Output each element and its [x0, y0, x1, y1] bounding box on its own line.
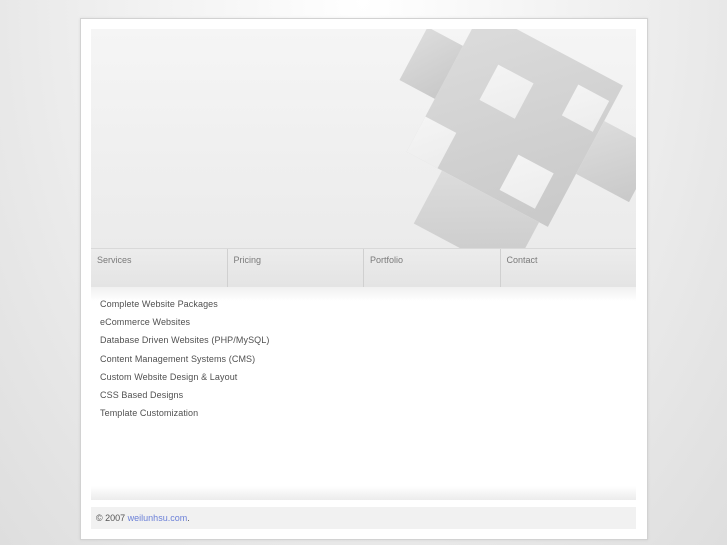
service-item: CSS Based Designs: [100, 389, 184, 400]
service-item: Template Customization: [100, 408, 199, 419]
header-banner: [91, 29, 636, 249]
decorative-pattern-graphic: [399, 29, 636, 249]
service-item: Custom Website Design & Layout: [100, 371, 238, 382]
nav-item-portfolio[interactable]: Portfolio: [364, 249, 501, 287]
service-item: eCommerce Websites: [100, 317, 191, 328]
service-item: Content Management Systems (CMS): [100, 353, 256, 364]
footer-suffix: .: [187, 513, 190, 523]
service-item: Complete Website Packages: [100, 299, 218, 309]
page-container: Services Pricing Portfolio Contact Compl…: [80, 18, 648, 540]
main-nav: Services Pricing Portfolio Contact: [91, 248, 636, 287]
footer: © 2007 weilunhsu.com.: [91, 507, 636, 529]
nav-item-services[interactable]: Services: [91, 249, 228, 287]
service-item: Database Driven Websites (PHP/MySQL): [100, 335, 270, 346]
copyright-text: © 2007: [96, 513, 126, 523]
footer-site-link[interactable]: weilunhsu.com: [128, 513, 188, 523]
nav-item-contact[interactable]: Contact: [501, 249, 637, 287]
services-list: Complete Website Packages eCommerce Webs…: [100, 295, 620, 422]
footer-divider: [91, 486, 636, 500]
nav-item-pricing[interactable]: Pricing: [228, 249, 364, 287]
